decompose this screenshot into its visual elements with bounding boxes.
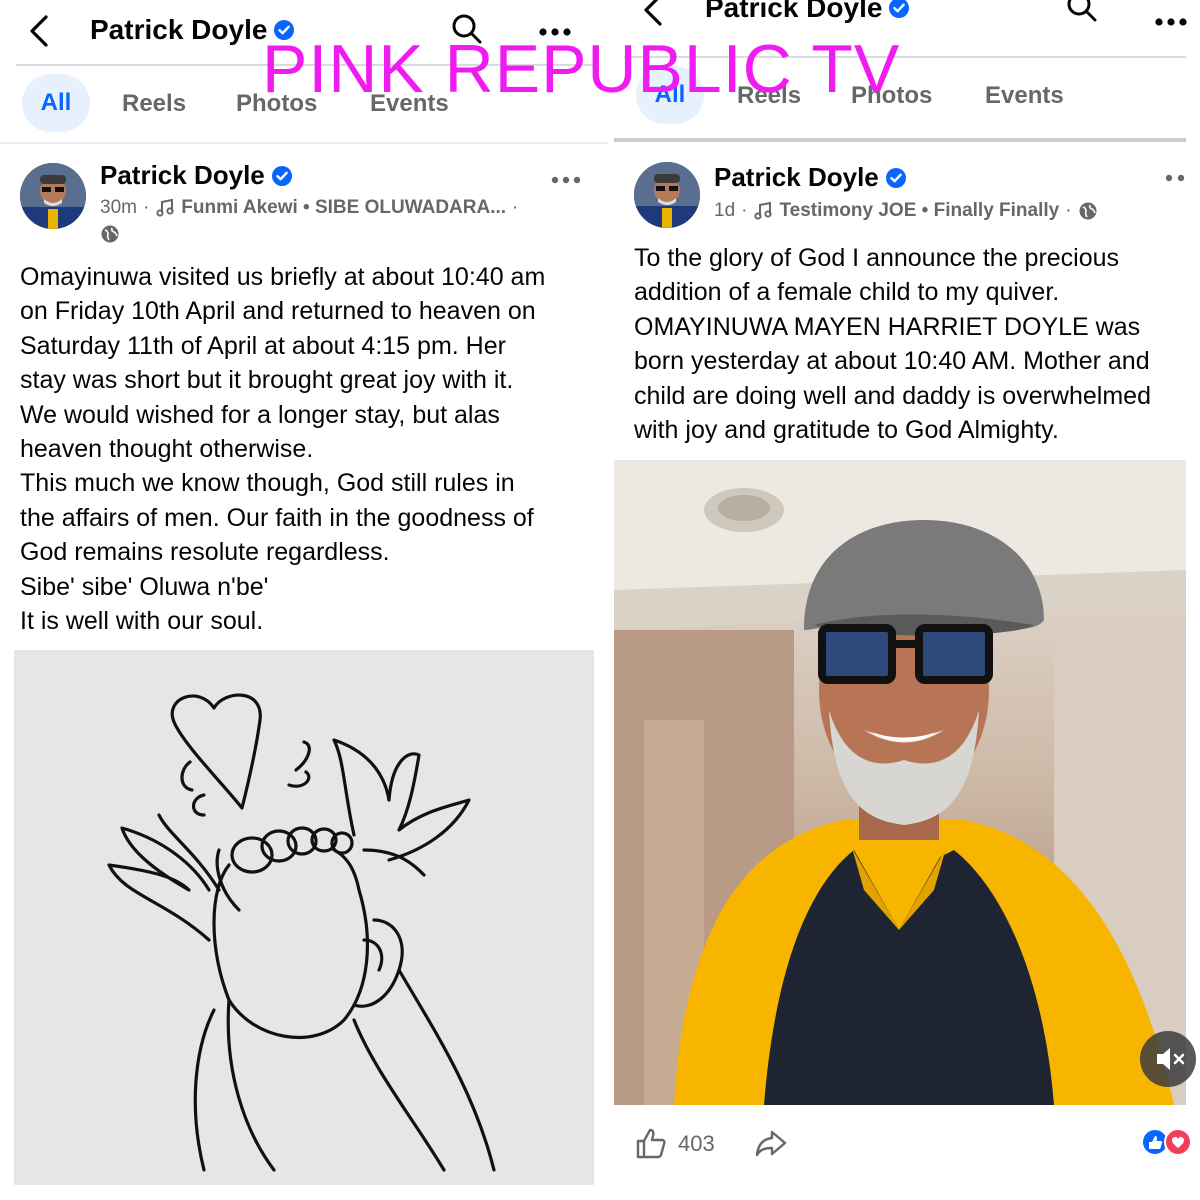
post-text: To the glory of God I announce the preci… <box>634 241 1151 447</box>
post-music[interactable]: Funmi Akewi • SIBE OLUWADARA... <box>181 197 506 219</box>
post-meta: 1d · Testimony JOE • Finally Finally · <box>714 200 1098 222</box>
left-screenshot: Patrick Doyle All Reels Photos Events Pa… <box>0 0 608 1200</box>
post-text-line: on Friday 10th April and returned to hea… <box>20 297 536 326</box>
reactions-icon[interactable] <box>1140 1127 1200 1157</box>
tab-all[interactable]: All <box>22 74 90 132</box>
avatar[interactable] <box>20 163 86 229</box>
post-text-line: heaven thought otherwise. <box>20 435 314 464</box>
meta-separator: · <box>142 197 150 218</box>
mute-icon <box>1157 1048 1185 1070</box>
like-icon[interactable] <box>634 1126 668 1160</box>
post-text-line: with joy and gratitude to God Almighty. <box>634 416 1059 445</box>
post-text-line: stay was short but it brought great joy … <box>20 366 514 395</box>
post-text-line: This much we know though, God still rule… <box>20 469 515 498</box>
globe-icon <box>100 224 120 244</box>
more-options-icon[interactable] <box>1154 15 1188 27</box>
post-more-icon[interactable] <box>1164 170 1188 182</box>
music-note-icon <box>155 198 175 218</box>
post-image-baby-foot-illustration[interactable] <box>14 650 594 1185</box>
post-text-line: To the glory of God I announce the preci… <box>634 244 1120 272</box>
post-text-line: born yesterday at about 10:40 AM. Mother… <box>634 347 1150 376</box>
meta-separator: · <box>741 200 748 221</box>
music-note-icon <box>753 201 773 221</box>
post-text-line: addition of a female child to my quiver. <box>634 278 1060 307</box>
post-author[interactable]: Patrick Doyle <box>100 160 293 191</box>
post-time[interactable]: 1d <box>714 200 735 222</box>
like-count[interactable]: 403 <box>678 1131 715 1157</box>
post-author-name: Patrick Doyle <box>100 160 265 190</box>
man-portrait-photo <box>614 460 1186 1105</box>
post-text-line: OMAYINUWA MAYEN HARRIET DOYLE was <box>634 312 1141 341</box>
verified-icon <box>885 167 907 189</box>
post-text-line: Sibe' sibe' Oluwa n'be' <box>20 572 269 601</box>
avatar[interactable] <box>634 162 700 228</box>
right-screenshot: Patrick Doyle All Reels Photos Events Pa… <box>614 0 1200 1200</box>
post-text-line: Omayinuwa visited us briefly at about 10… <box>20 263 546 291</box>
meta-separator: · <box>1065 200 1072 221</box>
post-text-line: It is well with our soul. <box>20 607 264 636</box>
meta-separator: · <box>512 197 519 218</box>
post-music[interactable]: Testimony JOE • Finally Finally <box>779 200 1059 222</box>
post-text-line: the affairs of men. Our faith in the goo… <box>20 503 534 532</box>
post-author[interactable]: Patrick Doyle <box>714 162 907 193</box>
post-text-line: God remains resolute regardless. <box>20 538 390 567</box>
baby-foot-drawing <box>107 693 496 1172</box>
post-text: Omayinuwa visited us briefly at about 10… <box>20 260 545 638</box>
back-arrow-icon[interactable] <box>638 0 668 28</box>
post-author-name: Patrick Doyle <box>714 162 879 192</box>
post-text-line: We would wished for a longer stay, but a… <box>20 400 500 429</box>
tabs-divider <box>0 142 608 144</box>
verified-icon <box>271 165 293 187</box>
tab-events[interactable]: Events <box>985 82 1064 110</box>
back-arrow-icon[interactable] <box>24 13 54 49</box>
page-title-text: Patrick Doyle <box>705 0 883 23</box>
post-text-line: Saturday 11th of April at about 4:15 pm.… <box>20 331 506 360</box>
post-text-line: child are doing well and daddy is overwh… <box>634 381 1151 410</box>
page-title-text: Patrick Doyle <box>90 14 268 45</box>
post-meta: 30m · Funmi Akewi • SIBE OLUWADARA... · <box>100 197 518 219</box>
page-title: Patrick Doyle <box>705 0 910 24</box>
tab-reels[interactable]: Reels <box>122 90 186 118</box>
watermark-text: PINK REPUBLIC TV <box>262 31 901 107</box>
post-more-icon[interactable] <box>550 172 582 184</box>
mute-button[interactable] <box>1140 1031 1196 1087</box>
globe-icon <box>1078 201 1098 221</box>
post-photo[interactable] <box>614 460 1186 1105</box>
search-icon[interactable] <box>1065 0 1099 24</box>
verified-icon <box>888 0 910 19</box>
share-icon[interactable] <box>754 1126 788 1160</box>
post-time[interactable]: 30m <box>100 197 137 219</box>
tabs-divider <box>614 138 1186 142</box>
